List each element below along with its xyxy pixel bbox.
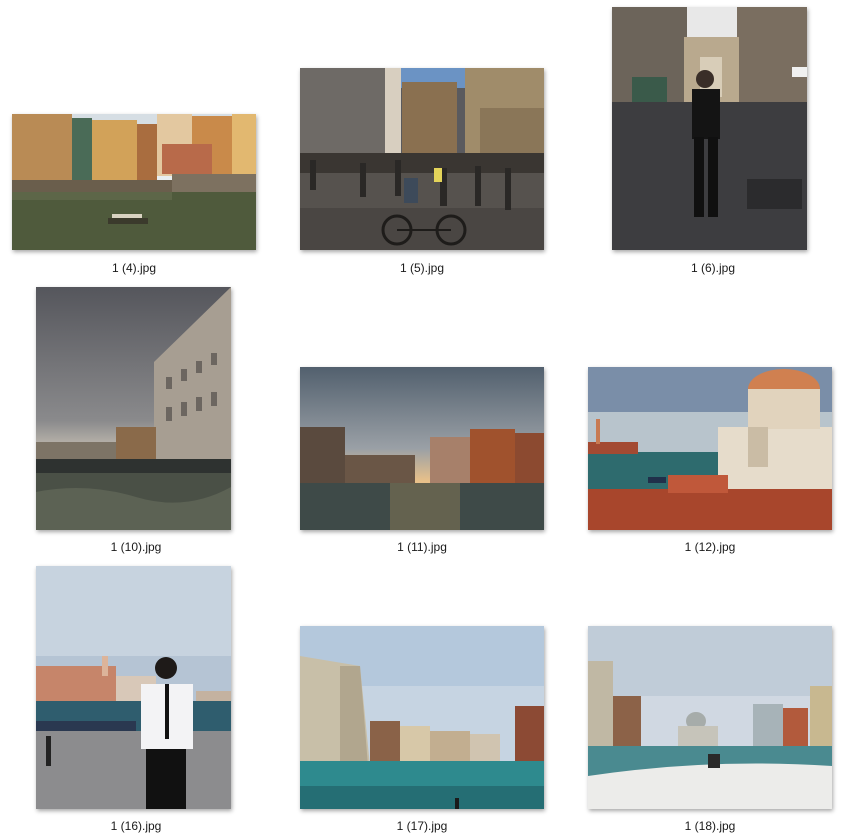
thumbnail-image[interactable]: [36, 566, 231, 809]
thumbnail-image[interactable]: [300, 367, 544, 530]
file-name-label: 1 (12).jpg: [684, 540, 736, 554]
thumbnail-image[interactable]: [300, 626, 544, 809]
thumbnail-image[interactable]: [12, 114, 256, 250]
thumbnail-image[interactable]: [588, 367, 832, 530]
file-name-label: 1 (5).jpg: [399, 261, 445, 275]
thumbnail-image[interactable]: [588, 626, 832, 809]
thumbnail-image[interactable]: [36, 287, 231, 530]
file-name-label: 1 (11).jpg: [397, 540, 447, 554]
file-name-label: 1 (10).jpg: [110, 540, 162, 554]
thumbnail-image[interactable]: [300, 68, 544, 250]
file-thumbnail-grid: 1 (4).jpg 1 (5).jpg 1 (6).jpg 1 (10).jpg…: [0, 0, 843, 833]
file-name-label: 1 (6).jpg: [690, 261, 736, 275]
thumbnail-image[interactable]: [612, 7, 807, 250]
file-name-label: 1 (4).jpg: [111, 261, 157, 275]
